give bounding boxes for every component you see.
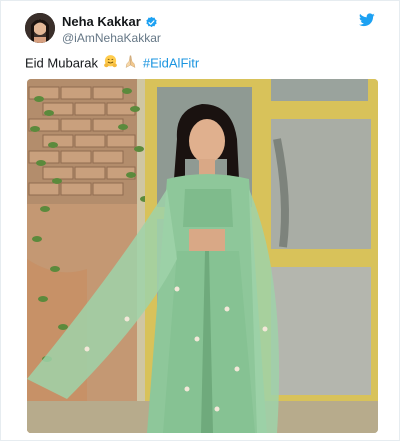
- folded-hands-emoji: [123, 54, 138, 74]
- tweet-text: Eid Mubarak #EidAlFitr: [25, 54, 375, 74]
- avatar[interactable]: [25, 13, 55, 43]
- twitter-bird-icon[interactable]: [359, 13, 375, 27]
- hugging-face-emoji: [103, 54, 118, 74]
- author-name-row: Neha Kakkar: [62, 14, 161, 30]
- author-handle[interactable]: @iAmNehaKakkar: [62, 30, 161, 46]
- author-display-name[interactable]: Neha Kakkar: [62, 14, 141, 30]
- tweet-photo[interactable]: [27, 79, 378, 433]
- verified-badge-icon: [145, 16, 158, 29]
- tweet-header: Neha Kakkar @iAmNehaKakkar: [25, 11, 375, 47]
- tweet-text-prefix: Eid Mubarak: [25, 55, 98, 71]
- tweet-card: Neha Kakkar @iAmNehaKakkar Eid Mubarak #…: [0, 0, 400, 441]
- hashtag-link[interactable]: #EidAlFitr: [143, 55, 199, 70]
- author-names: Neha Kakkar @iAmNehaKakkar: [62, 14, 161, 46]
